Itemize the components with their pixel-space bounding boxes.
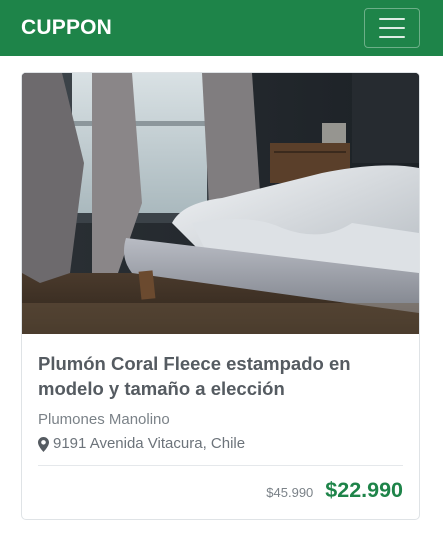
deal-title[interactable]: Plumón Coral Fleece estampado en modelo …: [38, 351, 403, 401]
map-marker-icon: [38, 436, 49, 452]
menu-toggle-button[interactable]: [364, 8, 420, 48]
discounted-price: $22.990: [325, 478, 403, 502]
price-row: $45.990 $22.990: [38, 478, 403, 503]
original-price: $45.990: [266, 485, 314, 500]
deal-image[interactable]: [22, 73, 419, 334]
deal-card[interactable]: Plumón Coral Fleece estampado en modelo …: [21, 72, 420, 520]
address-text: 9191 Avenida Vitacura, Chile: [53, 435, 246, 452]
top-navbar: CUPPON: [0, 0, 443, 56]
deal-address: 9191 Avenida Vitacura, Chile: [38, 434, 403, 454]
bedroom-photo: [22, 73, 419, 334]
hamburger-line: [379, 18, 405, 20]
hamburger-line: [379, 36, 405, 38]
deal-card-body: Plumón Coral Fleece estampado en modelo …: [22, 334, 419, 503]
card-divider: [38, 465, 403, 466]
brand-logo[interactable]: CUPPON: [21, 16, 112, 40]
hamburger-line: [379, 27, 405, 29]
seller-name: Plumones Manolino: [38, 411, 170, 428]
